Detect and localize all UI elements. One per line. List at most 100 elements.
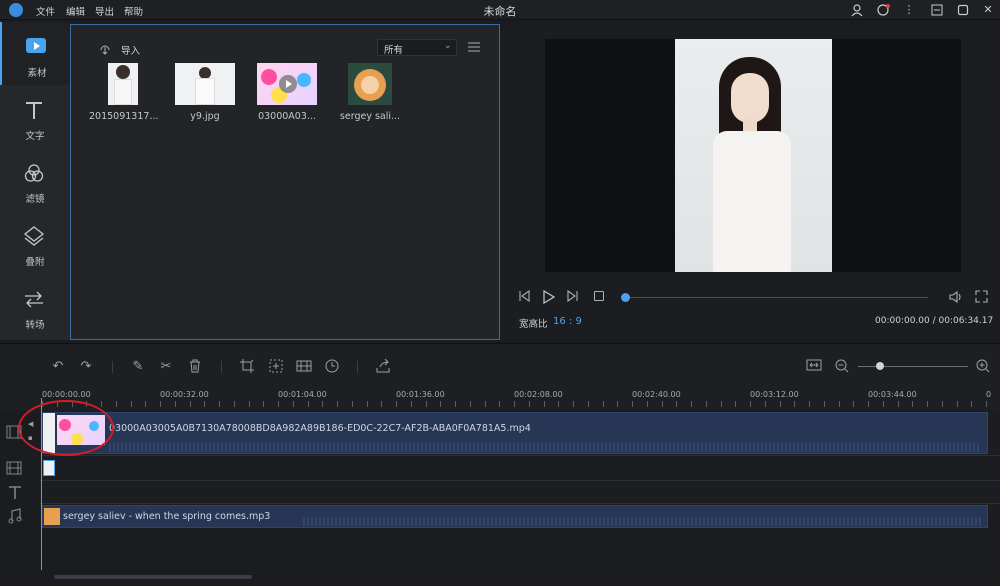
ruler-tick: [426, 401, 427, 407]
list-view-icon[interactable]: [467, 41, 481, 53]
message-icon[interactable]: [876, 3, 890, 17]
ruler-label: 00:02:40.00: [632, 390, 681, 399]
zoom-in-icon[interactable]: [975, 359, 991, 375]
text-track: [0, 481, 1000, 503]
ruler-tick: [160, 401, 161, 407]
volume-icon[interactable]: [949, 290, 963, 306]
aspect-ratio-value[interactable]: 16 : 9: [553, 316, 582, 327]
ruler-tick: [558, 401, 559, 407]
next-frame-button[interactable]: [567, 289, 579, 305]
text-track-icon: [9, 486, 21, 499]
ruler-tick: [676, 401, 677, 407]
ruler-tick: [942, 401, 943, 407]
play-icon: [279, 75, 297, 93]
trash-icon[interactable]: [187, 359, 203, 375]
ruler-tick: [809, 401, 810, 407]
fullscreen-icon[interactable]: [975, 290, 988, 306]
media-thumbnail[interactable]: [175, 63, 235, 105]
tab-text[interactable]: 文字: [0, 85, 70, 148]
ruler-tick: [381, 401, 382, 407]
ruler-tick: [249, 401, 250, 407]
more-menu-icon[interactable]: ⋮: [902, 3, 916, 17]
ruler-label: 0: [986, 390, 992, 399]
ruler-tick: [765, 401, 766, 407]
crop-icon[interactable]: [239, 359, 255, 375]
tab-overlay-label: 叠附: [25, 257, 45, 268]
ruler-tick: [514, 401, 515, 407]
text-icon: [26, 102, 42, 119]
ruler-tick: [573, 401, 574, 407]
media-filter-select[interactable]: 所有 ⌄: [377, 39, 457, 56]
tab-overlay[interactable]: 叠附: [0, 211, 70, 274]
media-library-panel: 导入 所有 ⌄ 2015091317... y9.jpg 03000A03...…: [70, 24, 500, 340]
zoom-out-icon[interactable]: [834, 359, 850, 375]
pen-icon[interactable]: ✎: [130, 359, 146, 375]
timeline-ruler[interactable]: 00:00:00.00 00:00:32.00 00:01:04.00 00:0…: [0, 384, 1000, 410]
audio-waveform: [303, 517, 983, 526]
ruler-tick: [293, 401, 294, 407]
ruler-tick: [780, 401, 781, 407]
export-share-icon[interactable]: [375, 358, 391, 375]
ruler-label: 00:01:36.00: [396, 390, 445, 399]
tab-media[interactable]: 素材: [0, 22, 70, 85]
tab-transition[interactable]: 转场: [0, 274, 70, 337]
ruler-tick: [145, 401, 146, 407]
ruler-tick: [131, 401, 132, 407]
maximize-icon[interactable]: [956, 3, 970, 17]
redo-icon[interactable]: ↷: [78, 359, 94, 375]
ruler-tick: [927, 401, 928, 407]
ruler-tick: [529, 401, 530, 407]
ruler-tick: [234, 401, 235, 407]
ruler-tick: [485, 401, 486, 407]
ruler-tick: [986, 401, 987, 407]
media-thumbnail[interactable]: [108, 63, 138, 105]
media-icon: [26, 38, 46, 53]
scissors-icon[interactable]: ✂: [158, 359, 174, 375]
close-icon[interactable]: ✕: [981, 3, 995, 17]
play-button[interactable]: [542, 289, 556, 307]
video-clip[interactable]: 03000A03005A0B7130A78008BD8A982A89B186-E…: [42, 412, 988, 454]
ruler-tick: [396, 401, 397, 407]
divider: [357, 361, 358, 373]
zoom-slider-handle[interactable]: [876, 362, 884, 370]
edit-toolbar: ↶ ↷ ✎ ✂: [0, 343, 1000, 383]
zoom-slider-track[interactable]: [858, 366, 968, 367]
undo-icon[interactable]: ↶: [50, 359, 66, 375]
overlay-icon: [23, 226, 45, 246]
fit-timeline-icon[interactable]: [806, 359, 822, 375]
timeline-scrollbar[interactable]: [44, 572, 1000, 582]
user-icon[interactable]: [850, 3, 864, 17]
sidebar: 素材 文字 滤镜 叠附 转场: [0, 22, 70, 340]
import-icon[interactable]: [99, 43, 111, 55]
media-thumbnail[interactable]: [348, 63, 392, 105]
ruler-tick: [278, 401, 279, 407]
divider: [112, 361, 113, 373]
scrollbar-thumb[interactable]: [54, 575, 252, 579]
ruler-tick: [750, 401, 751, 407]
video-clip-name: 03000A03005A0B7130A78008BD8A982A89B186-E…: [109, 423, 531, 434]
ruler-tick: [175, 401, 176, 407]
overlay-track-header: [0, 456, 40, 480]
duration-icon[interactable]: [324, 359, 340, 375]
preview-screen: [545, 39, 961, 272]
ruler-tick: [898, 401, 899, 407]
audio-waveform: [109, 443, 979, 452]
ruler-tick: [721, 401, 722, 407]
import-button[interactable]: 导入: [121, 43, 140, 57]
progress-track[interactable]: [625, 297, 928, 298]
stop-button[interactable]: [594, 291, 604, 301]
ruler-tick: [367, 401, 368, 407]
minimize-icon[interactable]: [930, 3, 944, 17]
mosaic-icon[interactable]: [296, 359, 312, 375]
previous-frame-button[interactable]: [518, 289, 530, 305]
audio-clip[interactable]: sergey saliev - when the spring comes.mp…: [42, 505, 988, 528]
ruler-tick: [632, 401, 633, 407]
ruler-tick: [957, 401, 958, 407]
ruler-tick: [691, 401, 692, 407]
zoom-clip-icon[interactable]: [268, 359, 284, 375]
media-filter-value: 所有: [384, 45, 404, 56]
progress-handle[interactable]: [621, 293, 630, 302]
image-clip[interactable]: [43, 460, 55, 476]
tab-filter[interactable]: 滤镜: [0, 148, 70, 211]
media-thumbnail[interactable]: [257, 63, 317, 105]
